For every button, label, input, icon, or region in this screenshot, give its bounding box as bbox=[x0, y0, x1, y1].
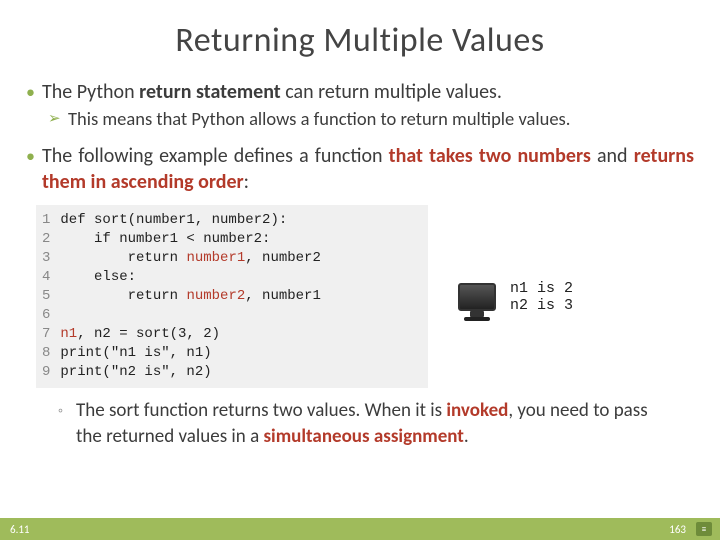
ring-marker: ◦ bbox=[58, 398, 76, 424]
slide-body: • The Python return statement can return… bbox=[0, 79, 720, 450]
closing-bullet: ◦ The sort function returns two values. … bbox=[58, 398, 662, 450]
line-numbers: 1 2 3 4 5 6 7 8 9 bbox=[42, 211, 60, 382]
footer-section: 6.11 bbox=[10, 523, 30, 536]
sub-bullet-1-text: This means that Python allows a function… bbox=[68, 107, 570, 131]
output-block: n1 is 2 n2 is 3 bbox=[458, 280, 573, 314]
bullet-marker: • bbox=[26, 79, 42, 105]
bullet-1: • The Python return statement can return… bbox=[26, 79, 694, 105]
bullet-2-text: The following example defines a function… bbox=[42, 143, 694, 195]
output-text: n1 is 2 n2 is 3 bbox=[510, 280, 573, 314]
bullet-marker: • bbox=[26, 143, 42, 169]
bullet-2: • The following example defines a functi… bbox=[26, 143, 694, 195]
bullet-1-text: The Python return statement can return m… bbox=[42, 79, 502, 105]
sub-bullet-1: ➢ This means that Python allows a functi… bbox=[48, 107, 694, 131]
footer-badge-icon: ≡ bbox=[696, 522, 712, 536]
code-body: def sort(number1, number2): if number1 <… bbox=[60, 211, 320, 382]
closing-text: The sort function returns two values. Wh… bbox=[76, 398, 662, 450]
code-block: 1 2 3 4 5 6 7 8 9 def sort(number1, numb… bbox=[36, 205, 428, 388]
footer-page-number: 163 bbox=[669, 523, 686, 536]
slide-footer: 6.11 163 ≡ bbox=[0, 518, 720, 540]
arrow-icon: ➢ bbox=[48, 107, 68, 131]
monitor-icon bbox=[458, 283, 496, 311]
slide-title: Returning Multiple Values bbox=[0, 0, 720, 79]
code-example-row: 1 2 3 4 5 6 7 8 9 def sort(number1, numb… bbox=[36, 205, 694, 388]
